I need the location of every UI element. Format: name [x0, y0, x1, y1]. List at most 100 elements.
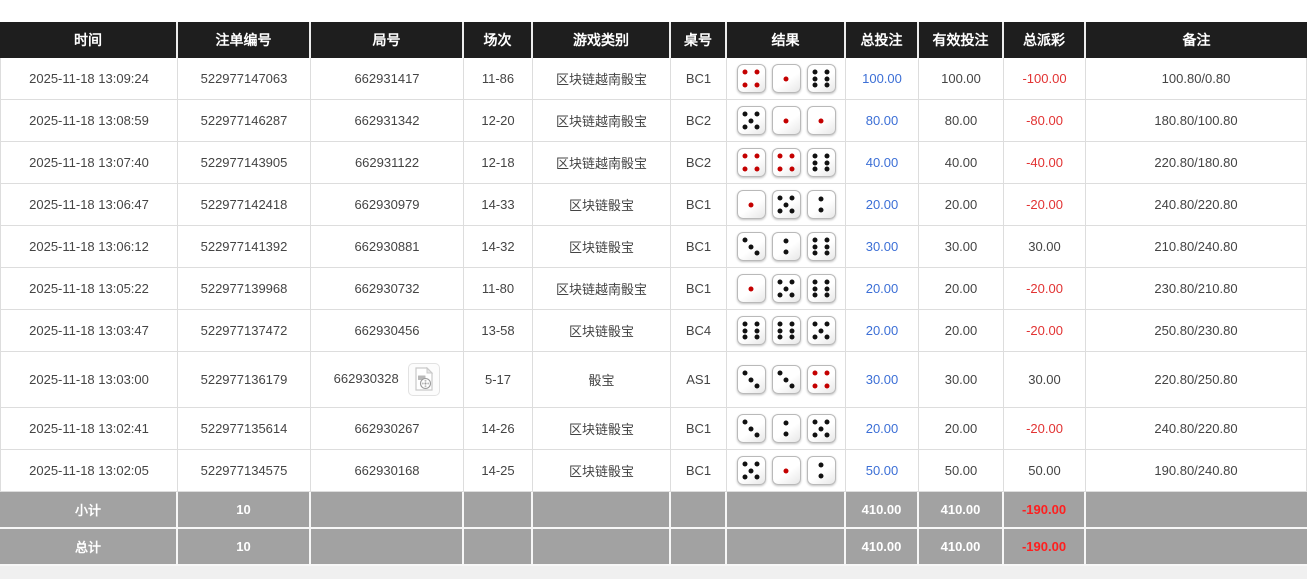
cell-valid-bet: 30.00 [919, 226, 1004, 268]
cell-bet-id: 522977143905 [178, 142, 311, 184]
cell-result [727, 268, 846, 310]
column-header-total-payout: 总派彩 [1004, 22, 1086, 58]
video-replay-button[interactable] [408, 363, 440, 396]
cell-remark: 230.80/210.80 [1086, 268, 1307, 310]
die-face-2-icon [807, 456, 836, 485]
footer-game-empty [533, 529, 671, 566]
cell-session: 12-20 [464, 100, 533, 142]
footer-valid-bet: 410.00 [919, 529, 1004, 566]
cell-game-type: 骰宝 [533, 352, 671, 408]
cell-total-bet-link[interactable]: 100.00 [846, 58, 919, 100]
cell-total-bet-link[interactable]: 20.00 [846, 310, 919, 352]
die-face-4-icon [772, 148, 801, 177]
cell-total-payout: -100.00 [1004, 58, 1086, 100]
die-face-6-icon [772, 316, 801, 345]
cell-total-bet-link[interactable]: 40.00 [846, 142, 919, 184]
cell-round: 662930881 [311, 226, 464, 268]
page-bottom-strip [0, 566, 1307, 579]
column-header-total-bet: 总投注 [846, 22, 919, 58]
cell-total-bet-link[interactable]: 20.00 [846, 184, 919, 226]
footer-result-empty [727, 529, 846, 566]
column-header-round: 局号 [311, 22, 464, 58]
cell-result [727, 310, 846, 352]
die-face-6-icon [807, 274, 836, 303]
column-header-session: 场次 [464, 22, 533, 58]
die-face-1-icon [772, 106, 801, 135]
cell-remark: 100.80/0.80 [1086, 58, 1307, 100]
cell-time: 2025-11-18 13:08:59 [0, 100, 178, 142]
footer-total-payout: -190.00 [1004, 492, 1086, 529]
footer-valid-bet: 410.00 [919, 492, 1004, 529]
cell-result [727, 226, 846, 268]
cell-remark: 220.80/180.80 [1086, 142, 1307, 184]
footer-game-empty [533, 492, 671, 529]
footer-total-bet: 410.00 [846, 492, 919, 529]
cell-valid-bet: 50.00 [919, 450, 1004, 492]
cell-bet-id: 522977146287 [178, 100, 311, 142]
cell-round: 662930456 [311, 310, 464, 352]
die-face-1-icon [772, 64, 801, 93]
column-header-result: 结果 [727, 22, 846, 58]
footer-count: 10 [178, 529, 311, 566]
cell-total-bet-link[interactable]: 20.00 [846, 408, 919, 450]
subtotal-row: 小计10410.00410.00-190.00 [0, 492, 1307, 529]
footer-remark-empty [1086, 529, 1307, 566]
cell-table-no: BC1 [671, 226, 727, 268]
cell-session: 12-18 [464, 142, 533, 184]
die-face-5-icon [807, 414, 836, 443]
cell-round: 662931417 [311, 58, 464, 100]
table-row: 2025-11-18 13:06:47522977142418662930979… [0, 184, 1307, 226]
cell-time: 2025-11-18 13:02:05 [0, 450, 178, 492]
cell-time: 2025-11-18 13:03:00 [0, 352, 178, 408]
footer-result-empty [727, 492, 846, 529]
cell-round: 662930267 [311, 408, 464, 450]
cell-game-type: 区块链越南骰宝 [533, 100, 671, 142]
cell-time: 2025-11-18 13:05:22 [0, 268, 178, 310]
cell-table-no: BC1 [671, 268, 727, 310]
cell-remark: 180.80/100.80 [1086, 100, 1307, 142]
cell-total-bet-link[interactable]: 30.00 [846, 352, 919, 408]
die-face-6-icon [807, 148, 836, 177]
die-face-4-icon [737, 64, 766, 93]
cell-valid-bet: 80.00 [919, 100, 1004, 142]
cell-session: 5-17 [464, 352, 533, 408]
cell-total-bet-link[interactable]: 80.00 [846, 100, 919, 142]
cell-time: 2025-11-18 13:06:12 [0, 226, 178, 268]
cell-total-bet-link[interactable]: 30.00 [846, 226, 919, 268]
column-header-bet-id: 注单编号 [178, 22, 311, 58]
footer-total-payout: -190.00 [1004, 529, 1086, 566]
cell-table-no: BC2 [671, 142, 727, 184]
cell-total-payout: 50.00 [1004, 450, 1086, 492]
cell-total-bet-link[interactable]: 50.00 [846, 450, 919, 492]
table-row: 2025-11-18 13:07:40522977143905662931122… [0, 142, 1307, 184]
cell-session: 14-26 [464, 408, 533, 450]
die-face-5-icon [772, 274, 801, 303]
cell-result [727, 450, 846, 492]
bet-history-table: 时间注单编号局号场次游戏类别桌号结果总投注有效投注总派彩备注 2025-11-1… [0, 22, 1307, 566]
cell-valid-bet: 100.00 [919, 58, 1004, 100]
die-face-5-icon [807, 316, 836, 345]
die-face-5-icon [772, 190, 801, 219]
cell-bet-id: 522977135614 [178, 408, 311, 450]
cell-session: 14-25 [464, 450, 533, 492]
die-face-6-icon [807, 64, 836, 93]
cell-valid-bet: 20.00 [919, 268, 1004, 310]
cell-remark: 240.80/220.80 [1086, 408, 1307, 450]
die-face-1-icon [772, 456, 801, 485]
column-header-time: 时间 [0, 22, 178, 58]
cell-total-bet-link[interactable]: 20.00 [846, 268, 919, 310]
cell-total-payout: 30.00 [1004, 226, 1086, 268]
cell-remark: 210.80/240.80 [1086, 226, 1307, 268]
cell-remark: 190.80/240.80 [1086, 450, 1307, 492]
die-face-4-icon [737, 148, 766, 177]
cell-time: 2025-11-18 13:07:40 [0, 142, 178, 184]
cell-game-type: 区块链越南骰宝 [533, 268, 671, 310]
cell-game-type: 区块链越南骰宝 [533, 58, 671, 100]
cell-time: 2025-11-18 13:06:47 [0, 184, 178, 226]
cell-game-type: 区块链骰宝 [533, 310, 671, 352]
cell-total-payout: -20.00 [1004, 408, 1086, 450]
cell-total-payout: -20.00 [1004, 310, 1086, 352]
die-face-3-icon [737, 365, 766, 394]
table-body: 2025-11-18 13:09:24522977147063662931417… [0, 58, 1307, 566]
die-face-1-icon [807, 106, 836, 135]
